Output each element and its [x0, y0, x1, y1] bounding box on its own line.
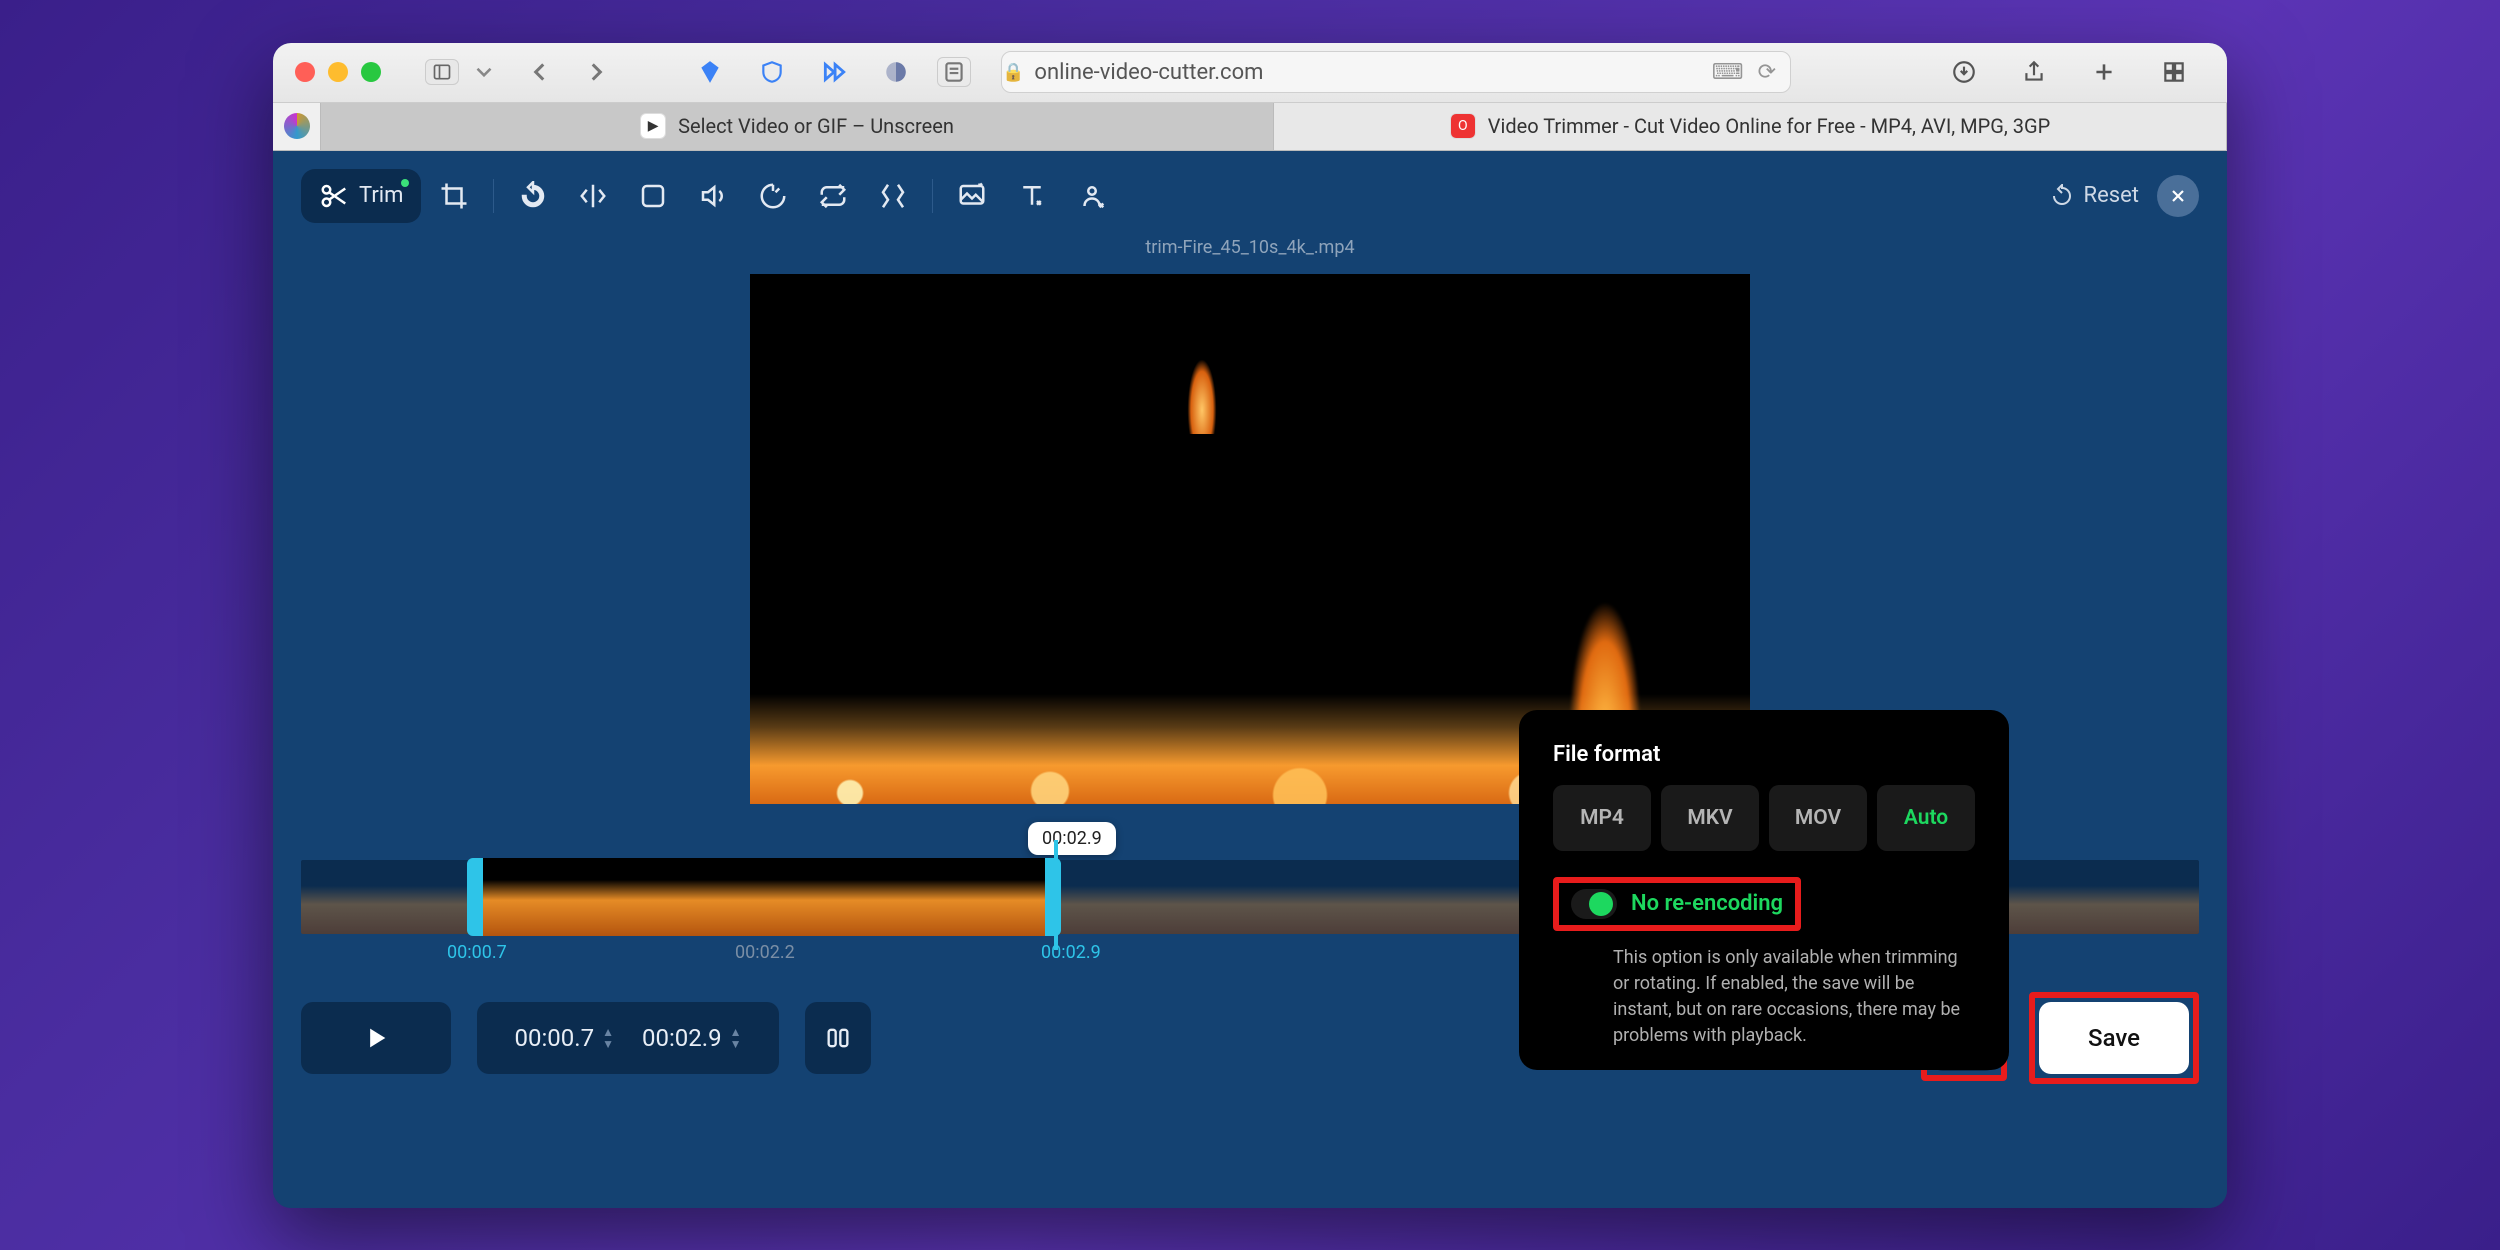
format-mkv-button[interactable]: MKV [1661, 785, 1759, 851]
traffic-lights[interactable] [295, 62, 381, 82]
sidebar-dropdown-icon[interactable] [471, 51, 497, 93]
highlight-save: Save [2029, 992, 2199, 1084]
reset-button[interactable]: Reset [2050, 183, 2139, 208]
close-button[interactable] [2157, 175, 2199, 217]
start-time-stepper[interactable]: ▲▼ [602, 1027, 614, 1049]
settings-popup: File format MP4 MKV MOV Auto No re-encod… [1519, 710, 2009, 1070]
save-label: Save [2088, 1024, 2140, 1052]
file-format-heading: File format [1553, 742, 1975, 767]
trim-label: Trim [359, 183, 403, 208]
reset-label: Reset [2084, 183, 2139, 208]
playhead-tooltip: 00:02.9 [1028, 822, 1116, 855]
tab-video-trimmer[interactable]: O Video Trimmer - Cut Video Online for F… [1274, 103, 2227, 150]
tab-overview-button[interactable] [2153, 51, 2195, 93]
resize-tool-button[interactable] [626, 169, 680, 223]
play-button[interactable] [301, 1002, 451, 1074]
minimize-window-button[interactable] [328, 62, 348, 82]
extension-gem-icon[interactable] [689, 51, 731, 93]
timeline-mid-value: 00:02.2 [735, 942, 795, 963]
format-options: MP4 MKV MOV Auto [1553, 785, 1975, 851]
image-tool-button[interactable] [945, 169, 999, 223]
text-tool-button[interactable] [1005, 169, 1059, 223]
speed-tool-button[interactable] [746, 169, 800, 223]
pinned-tab[interactable] [273, 103, 321, 150]
share-button[interactable] [2013, 51, 2055, 93]
flip-tool-button[interactable] [566, 169, 620, 223]
url-text: online-video-cutter.com [1034, 60, 1263, 85]
close-window-button[interactable] [295, 62, 315, 82]
filename-label: trim-Fire_45_10s_4k_.mp4 [301, 237, 2199, 258]
save-button[interactable]: Save [2039, 1002, 2189, 1074]
browser-titlebar: 🔒 online-video-cutter.com ⌨︎ ⟳ [273, 43, 2227, 103]
video-favicon-icon: ▶ [640, 113, 666, 139]
format-auto-button[interactable]: Auto [1877, 785, 1975, 851]
selection-thumbnail [483, 858, 1045, 936]
extension-moon-icon[interactable] [875, 51, 917, 93]
no-reencoding-label: No re-encoding [1631, 891, 1783, 916]
remove-bg-tool-button[interactable] [1065, 169, 1119, 223]
end-time-value: 00:02.9 [642, 1024, 722, 1052]
toggle-knob-icon [1589, 892, 1613, 916]
time-range-input[interactable]: 00:00.7 ▲▼ 00:02.9 ▲▼ [477, 1002, 779, 1074]
stabilize-tool-button[interactable] [866, 169, 920, 223]
separator [493, 179, 494, 213]
trim-selection[interactable] [467, 858, 1061, 936]
crop-tool-button[interactable] [427, 169, 481, 223]
reader-mode-button[interactable] [937, 57, 971, 87]
volume-tool-button[interactable] [686, 169, 740, 223]
trim-tool-button[interactable]: Trim [301, 169, 421, 223]
format-mov-button[interactable]: MOV [1769, 785, 1867, 851]
reload-button[interactable]: ⟳ [1758, 60, 1776, 85]
start-time-value: 00:00.7 [515, 1024, 595, 1052]
trim-handle-left[interactable] [472, 882, 478, 912]
sidebar-toggle-button[interactable] [425, 59, 459, 85]
maximize-window-button[interactable] [361, 62, 381, 82]
lock-icon: 🔒 [1002, 62, 1024, 83]
format-mp4-button[interactable]: MP4 [1553, 785, 1651, 851]
clickup-favicon-icon [284, 113, 310, 139]
separator [932, 179, 933, 213]
extension-fastforward-icon[interactable] [813, 51, 855, 93]
tab-label: Select Video or GIF – Unscreen [678, 114, 954, 138]
timeline-end-value: 00:02.9 [1041, 942, 1101, 963]
end-time-stepper[interactable]: ▲▼ [730, 1027, 742, 1049]
translate-icon[interactable]: ⌨︎ [1712, 60, 1744, 85]
highlight-no-reencoding: No re-encoding [1553, 877, 1801, 931]
flame-graphic [1180, 314, 1224, 434]
onetool-favicon-icon: O [1450, 113, 1476, 139]
new-tab-button[interactable] [2083, 51, 2125, 93]
tab-unscreen[interactable]: ▶ Select Video or GIF – Unscreen [321, 103, 1274, 150]
editor-toolbar: Trim Reset [301, 169, 2199, 223]
forward-button[interactable] [575, 51, 617, 93]
url-bar[interactable]: 🔒 online-video-cutter.com ⌨︎ ⟳ [1001, 51, 1791, 93]
no-reencoding-toggle[interactable] [1571, 889, 1617, 919]
rotate-tool-button[interactable] [506, 169, 560, 223]
back-button[interactable] [519, 51, 561, 93]
extension-shield-icon[interactable] [751, 51, 793, 93]
downloads-button[interactable] [1943, 51, 1985, 93]
tab-label: Video Trimmer - Cut Video Online for Fre… [1488, 114, 2050, 138]
split-button[interactable] [805, 1002, 871, 1074]
no-reencoding-description: This option is only available when trimm… [1553, 945, 1975, 1049]
video-editor-app: Trim Reset [273, 151, 2227, 1208]
playhead[interactable] [1054, 840, 1058, 950]
timeline-start-value: 00:00.7 [447, 942, 507, 963]
tab-bar: ▶ Select Video or GIF – Unscreen O Video… [273, 103, 2227, 151]
safari-window: 🔒 online-video-cutter.com ⌨︎ ⟳ ▶ Select … [273, 43, 2227, 1208]
loop-tool-button[interactable] [806, 169, 860, 223]
